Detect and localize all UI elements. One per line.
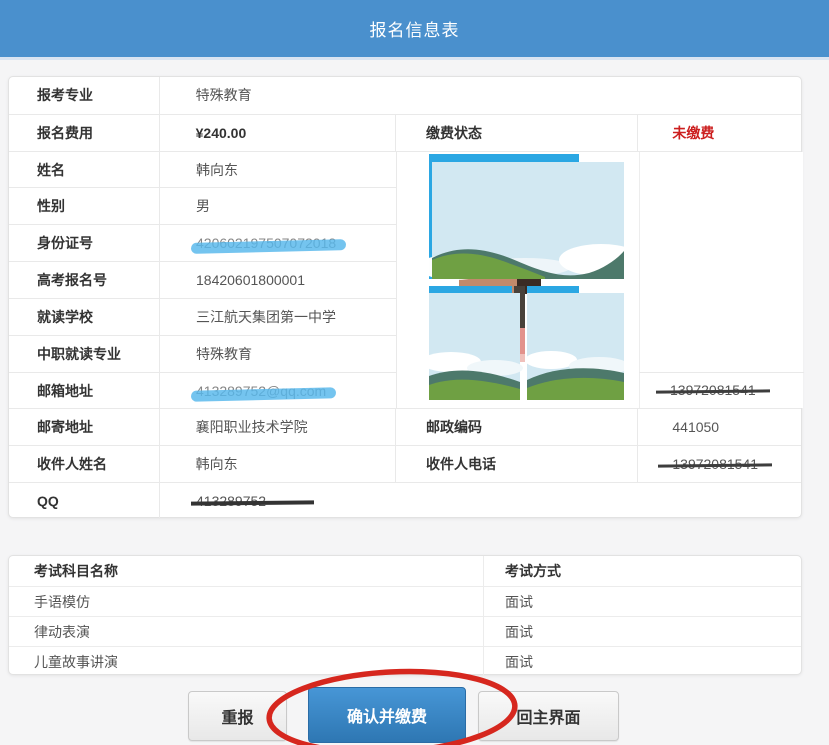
row-qq: QQ 413289752	[9, 482, 801, 519]
row-mail-address: 邮寄地址 襄阳职业技术学院 邮政编码 441050	[9, 408, 801, 445]
row-recipient: 收件人姓名 韩向东 收件人电话 13972081541	[9, 445, 801, 482]
exam-subject: 儿童故事讲演	[9, 647, 483, 676]
row-major: 报考专业 特殊教育	[9, 77, 801, 114]
registration-info-card: 报考专业 特殊教育 报名费用 ¥240.00 缴费状态 未缴费 姓名 韩向东 性…	[8, 76, 802, 518]
gender-label: 性别	[9, 188, 159, 224]
contact-phone-value-redacted: 13972081541	[670, 382, 756, 398]
school-value: 三江航天集团第一中学	[159, 299, 396, 335]
gender-value: 男	[159, 188, 396, 224]
email-value-redacted: 413289752@qq.com	[196, 383, 326, 399]
reapply-button[interactable]: 重报	[188, 691, 287, 741]
exam-method: 面试	[483, 617, 801, 646]
row-fee: 报名费用 ¥240.00 缴费状态 未缴费	[9, 114, 801, 151]
confirm-and-pay-button[interactable]: 确认并缴费	[308, 687, 466, 743]
gaokao-no-value: 18420601800001	[159, 262, 396, 298]
applicant-photo-censored	[429, 154, 624, 400]
name-value: 韩向东	[159, 152, 396, 188]
exam-header-row: 考试科目名称 考试方式	[9, 556, 801, 586]
recipient-phone-label: 收件人电话	[395, 446, 637, 482]
name-label: 姓名	[9, 152, 159, 188]
recipient-label: 收件人姓名	[9, 446, 159, 482]
exam-subject: 律动表演	[9, 617, 483, 646]
qq-label: QQ	[9, 483, 159, 519]
zip-label: 邮政编码	[395, 409, 637, 445]
fee-value: ¥240.00	[159, 115, 395, 151]
back-to-main-button[interactable]: 回主界面	[478, 691, 619, 741]
school-label: 就读学校	[9, 299, 159, 335]
email-label: 邮箱地址	[9, 373, 159, 409]
id-number-value-redacted: 420602197507072018	[196, 235, 336, 251]
exam-row-2: 律动表演 面试	[9, 616, 801, 646]
exam-method-header: 考试方式	[483, 556, 801, 586]
mail-address-value: 襄阳职业技术学院	[159, 409, 395, 445]
mail-address-label: 邮寄地址	[9, 409, 159, 445]
payment-status-label: 缴费状态	[395, 115, 637, 151]
page-title: 报名信息表	[370, 16, 460, 41]
photo-cover-bottom-left	[429, 286, 523, 400]
major-label: 报考专业	[9, 77, 159, 114]
exam-row-3: 儿童故事讲演 面试	[9, 646, 801, 676]
photo-cover-bottom-right	[525, 286, 624, 400]
exam-subject-header: 考试科目名称	[9, 556, 483, 586]
zip-value: 441050	[637, 409, 801, 445]
fee-label: 报名费用	[9, 115, 159, 151]
exam-method: 面试	[483, 647, 801, 676]
qq-value-redacted: 413289752	[196, 493, 266, 509]
zhongzhi-major-label: 中职就读专业	[9, 336, 159, 372]
major-value: 特殊教育	[159, 77, 801, 114]
recipient-phone-value-redacted: 13972081541	[672, 456, 758, 472]
registration-form-page: 报名信息表 报考专业 特殊教育 报名费用 ¥240.00 缴费状态 未缴费 姓名…	[0, 0, 829, 745]
exam-subjects-card: 考试科目名称 考试方式 手语模仿 面试 律动表演 面试 儿童故事讲演 面试	[8, 555, 802, 675]
gaokao-no-label: 高考报名号	[9, 262, 159, 298]
exam-subject: 手语模仿	[9, 587, 483, 616]
exam-row-1: 手语模仿 面试	[9, 586, 801, 616]
recipient-value: 韩向东	[159, 446, 395, 482]
page-header: 报名信息表	[0, 0, 829, 60]
exam-method: 面试	[483, 587, 801, 616]
merged-cell-divider	[639, 152, 640, 409]
photo-merged-cell: 13972081541	[396, 152, 803, 409]
photo-cover-top	[429, 154, 624, 280]
zhongzhi-major-value: 特殊教育	[159, 336, 396, 372]
payment-status-value: 未缴费	[637, 115, 801, 151]
id-number-label: 身份证号	[9, 225, 159, 261]
